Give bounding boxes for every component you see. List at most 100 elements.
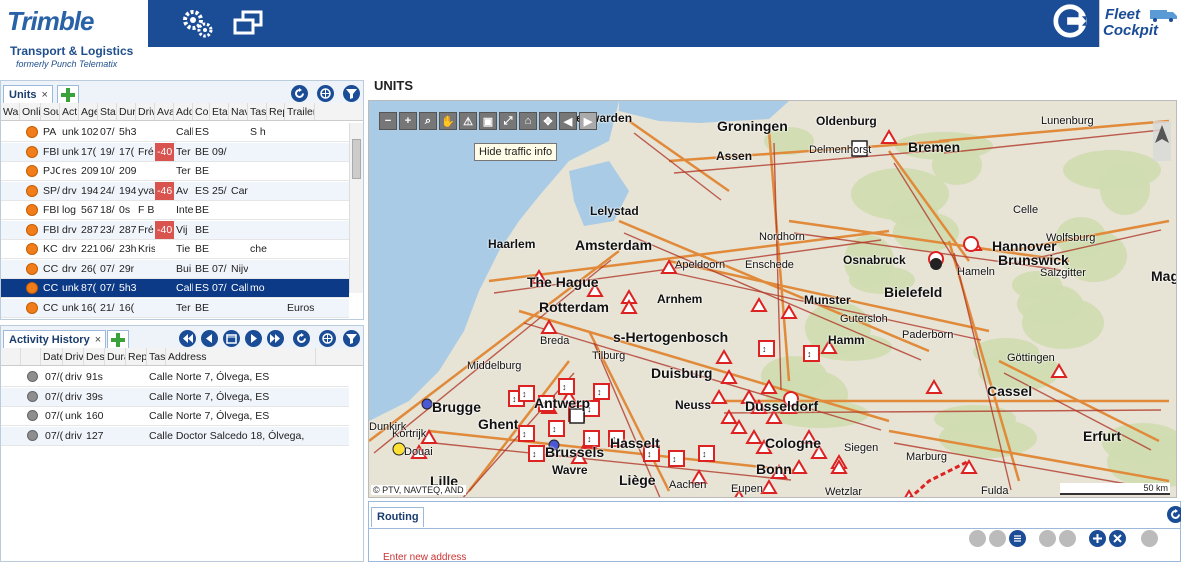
units-column-header[interactable]: Onli — [20, 103, 41, 120]
status-icon — [20, 162, 41, 180]
map-city-label: Wetzlar — [825, 486, 863, 498]
map-view[interactable]: ↕↕↕↕↕↕↕↕↕↕↕↕↕↕↕↕↕ LeeuwardenGroningenOld… — [368, 100, 1177, 498]
move-down-button[interactable] — [1039, 530, 1056, 547]
zoom-in-icon[interactable]: + — [399, 112, 417, 130]
table-row[interactable]: KC drv 221 06/23h Kris Tie BE che — [1, 240, 349, 259]
units-scrollbar[interactable] — [349, 123, 363, 293]
tab-routing[interactable]: Routing — [371, 507, 424, 527]
table-row[interactable]: CC drv 26(07/29r Bui BE 07/Nijv — [1, 259, 349, 279]
units-column-header[interactable]: Cou — [193, 103, 210, 120]
table-cell: Calle Norte 7, Ólvega, ES — [149, 410, 270, 422]
truck-marker-icon — [930, 258, 942, 270]
units-column-header[interactable]: Add — [174, 103, 193, 120]
add-tab-button[interactable] — [57, 85, 79, 104]
tab-units[interactable]: Units × — [3, 85, 53, 105]
first-page-button[interactable] — [179, 330, 196, 347]
activity-column-header[interactable]: Repo — [126, 348, 147, 365]
table-cell — [229, 143, 248, 161]
table-cell — [248, 221, 267, 239]
next-button[interactable] — [245, 330, 262, 347]
filter-button[interactable] — [343, 330, 360, 347]
units-column-header[interactable]: Tas — [248, 103, 267, 120]
address-input[interactable]: Enter new address — [383, 552, 466, 562]
home-icon[interactable]: ⌂ — [519, 112, 537, 130]
units-column-header[interactable]: Age — [79, 103, 98, 120]
units-column-header[interactable]: Sou — [41, 103, 60, 120]
map-city-label: Rotterdam — [539, 299, 610, 315]
table-cell: S h — [250, 126, 266, 138]
units-column-header[interactable]: Nav — [229, 103, 248, 120]
table-row[interactable]: FBI unk 17(19/17(Fré -40 Ter BE 09/ — [1, 142, 349, 162]
units-column-header[interactable]: Rep — [267, 103, 285, 120]
units-column-header[interactable]: Star — [98, 103, 117, 120]
units-column-header[interactable]: Trailer — [285, 103, 315, 120]
units-column-header[interactable]: War — [1, 103, 20, 120]
activity-column-header[interactable]: Desc — [84, 348, 105, 365]
windows-icon[interactable] — [230, 6, 266, 40]
calendar-button[interactable] — [223, 330, 240, 347]
zoom-out-icon[interactable]: − — [379, 112, 397, 130]
hand-icon[interactable]: ✋ — [439, 112, 457, 130]
tab-activity-history[interactable]: Activity History × — [3, 330, 107, 350]
layers-icon[interactable]: ▣ — [479, 112, 497, 130]
table-cell: mo — [250, 282, 265, 294]
units-column-header[interactable]: Eta — [210, 103, 229, 120]
filter-button[interactable] — [343, 85, 360, 102]
activity-column-header[interactable]: Address — [166, 348, 316, 365]
table-row[interactable]: 07/(driv 39s Calle Norte 7, Ólvega, ES — [1, 387, 349, 407]
traffic-warning-icon[interactable]: ⚠ — [459, 112, 477, 130]
units-column-header[interactable]: Act — [60, 103, 79, 120]
remove-stop-button[interactable] — [1109, 530, 1126, 547]
table-row[interactable]: 07/(unk 160 Calle Norte 7, Ólvega, ES — [1, 407, 349, 426]
globe-button[interactable] — [319, 330, 336, 347]
table-cell: 23/ — [100, 223, 115, 236]
table-row[interactable]: PA unk 102 07/5h3 Call ES S h — [1, 123, 349, 142]
table-cell: BE — [195, 301, 210, 314]
activity-column-header[interactable]: Dura — [105, 348, 126, 365]
table-row[interactable]: PJC res 209 10/209 Ter BE — [1, 162, 349, 181]
forward-arrow-icon[interactable]: ▶ — [579, 112, 597, 130]
units-column-header[interactable]: Dur — [117, 103, 136, 120]
activity-column-header[interactable]: Drivi — [63, 348, 84, 365]
settings-gears-icon[interactable] — [180, 6, 216, 40]
add-tab-button[interactable] — [107, 330, 129, 349]
activity-column-header[interactable]: Tas — [147, 348, 166, 365]
table-row[interactable]: CC unk 16(21/16(Ter BE Euros — [1, 298, 349, 318]
routing-edit-button[interactable] — [989, 530, 1006, 547]
tab-routing-label: Routing — [377, 511, 419, 523]
next-icon — [251, 334, 257, 343]
magnifier-icon[interactable]: ⌕ — [419, 112, 437, 130]
table-cell: Av — [176, 184, 189, 197]
back-arrow-icon[interactable]: ◀ — [559, 112, 577, 130]
refresh-button[interactable] — [291, 85, 308, 102]
map-city-label: Dusseldorf — [745, 398, 819, 414]
activity-column-header[interactable] — [21, 348, 41, 365]
units-column-header[interactable]: Ava — [155, 103, 174, 120]
routing-list-button[interactable] — [1009, 530, 1026, 547]
table-row[interactable]: 07/(driv 91s Calle Norte 7, Ólvega, ES — [1, 368, 349, 387]
table-row[interactable]: CC unk 87(07/5h3 Call ES 07/Call mo — [1, 279, 349, 298]
table-cell — [285, 260, 315, 278]
refresh-button[interactable] — [293, 330, 310, 347]
previous-button[interactable] — [201, 330, 218, 347]
table-row[interactable]: 07/(driv 127 Calle Doctor Salcedo 18, Ólve… — [1, 426, 349, 446]
table-cell: FBI — [43, 223, 60, 236]
routing-refresh-button[interactable] — [1167, 506, 1181, 523]
move-up-button[interactable] — [1059, 530, 1076, 547]
logout-arrow-icon[interactable] — [1052, 4, 1088, 38]
delete-route-button[interactable] — [1141, 530, 1158, 547]
last-page-button[interactable] — [267, 330, 284, 347]
table-row[interactable]: SP/drv 194 24/194 yva -46 Av ES 25/Car — [1, 181, 349, 201]
fit-all-icon[interactable]: ✥ — [539, 112, 557, 130]
units-column-header[interactable]: Driv — [136, 103, 155, 120]
routing-globe-button[interactable] — [969, 530, 986, 547]
table-row[interactable]: FBI log 567 18/0s F B Inte BE — [1, 201, 349, 220]
table-row[interactable]: FBI drv 287 23/287 Fré -40 Vij BE — [1, 220, 349, 240]
table-cell: PA — [43, 126, 57, 138]
globe-button[interactable] — [317, 85, 334, 102]
activity-column-header[interactable]: Date — [41, 348, 63, 365]
table-cell: unk — [62, 282, 79, 294]
expand-icon[interactable]: ⤢ — [499, 112, 517, 130]
activity-column-header[interactable] — [1, 348, 21, 365]
add-stop-button[interactable] — [1089, 530, 1106, 547]
